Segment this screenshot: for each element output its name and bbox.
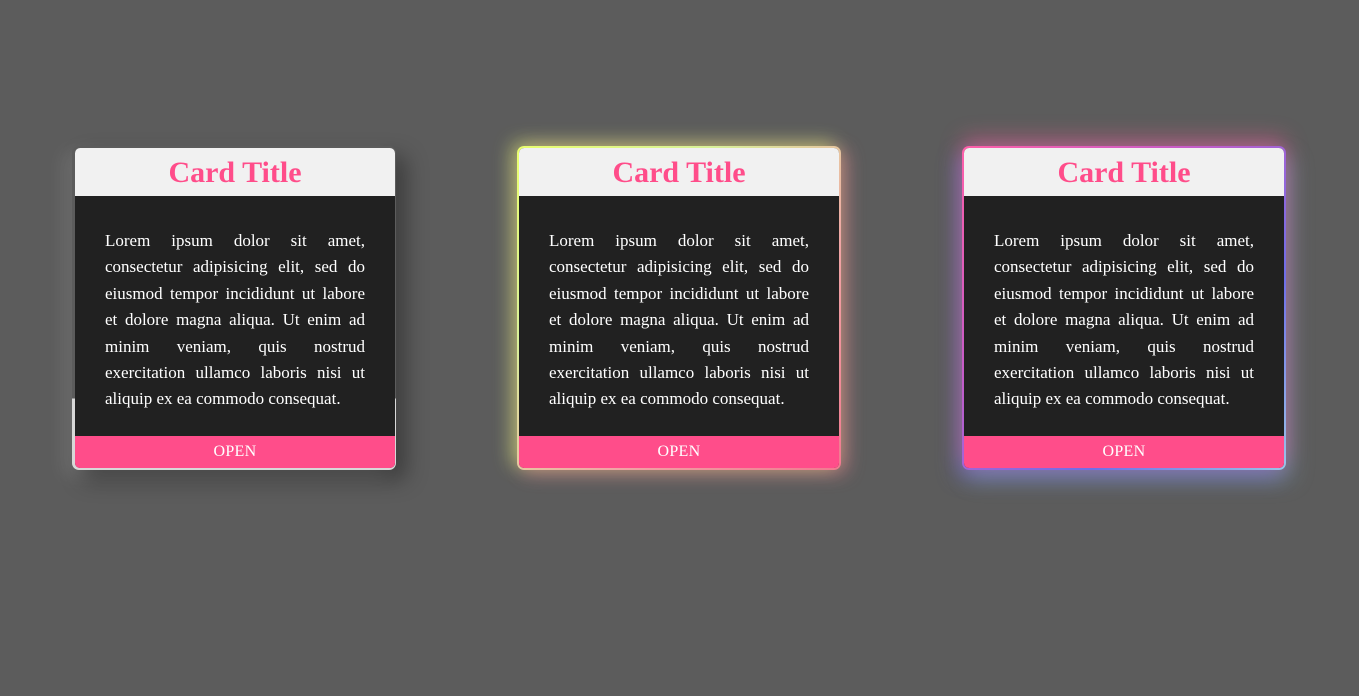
open-button-label: OPEN	[213, 443, 257, 460]
open-button-label: OPEN	[657, 443, 701, 460]
card-text: Lorem ipsum dolor sit amet, consectetur …	[105, 231, 365, 409]
card-2: Card Title Lorem ipsum dolor sit amet, c…	[519, 148, 839, 468]
card-1: Card Title Lorem ipsum dolor sit amet, c…	[75, 148, 395, 468]
card-header: Card Title	[964, 148, 1284, 196]
card-header: Card Title	[519, 148, 839, 196]
card-text: Lorem ipsum dolor sit amet, consectetur …	[549, 231, 809, 409]
card-3: Card Title Lorem ipsum dolor sit amet, c…	[964, 148, 1284, 468]
card-header: Card Title	[75, 148, 395, 196]
open-button[interactable]: OPEN	[964, 436, 1284, 468]
page-canvas: Card Title Lorem ipsum dolor sit amet, c…	[0, 0, 1359, 696]
card-body: Lorem ipsum dolor sit amet, consectetur …	[75, 196, 395, 436]
card-title: Card Title	[612, 156, 746, 189]
open-button[interactable]: OPEN	[519, 436, 839, 468]
card-frame-2: Card Title Lorem ipsum dolor sit amet, c…	[517, 146, 841, 470]
card-text: Lorem ipsum dolor sit amet, consectetur …	[994, 231, 1254, 409]
card-frame-3: Card Title Lorem ipsum dolor sit amet, c…	[962, 146, 1286, 470]
card-title: Card Title	[1057, 156, 1191, 189]
card-title: Card Title	[168, 156, 302, 189]
card-frame-1: Card Title Lorem ipsum dolor sit amet, c…	[72, 146, 396, 470]
open-button[interactable]: OPEN	[75, 436, 395, 468]
card-body: Lorem ipsum dolor sit amet, consectetur …	[519, 196, 839, 436]
open-button-label: OPEN	[1102, 443, 1146, 460]
card-body: Lorem ipsum dolor sit amet, consectetur …	[964, 196, 1284, 436]
